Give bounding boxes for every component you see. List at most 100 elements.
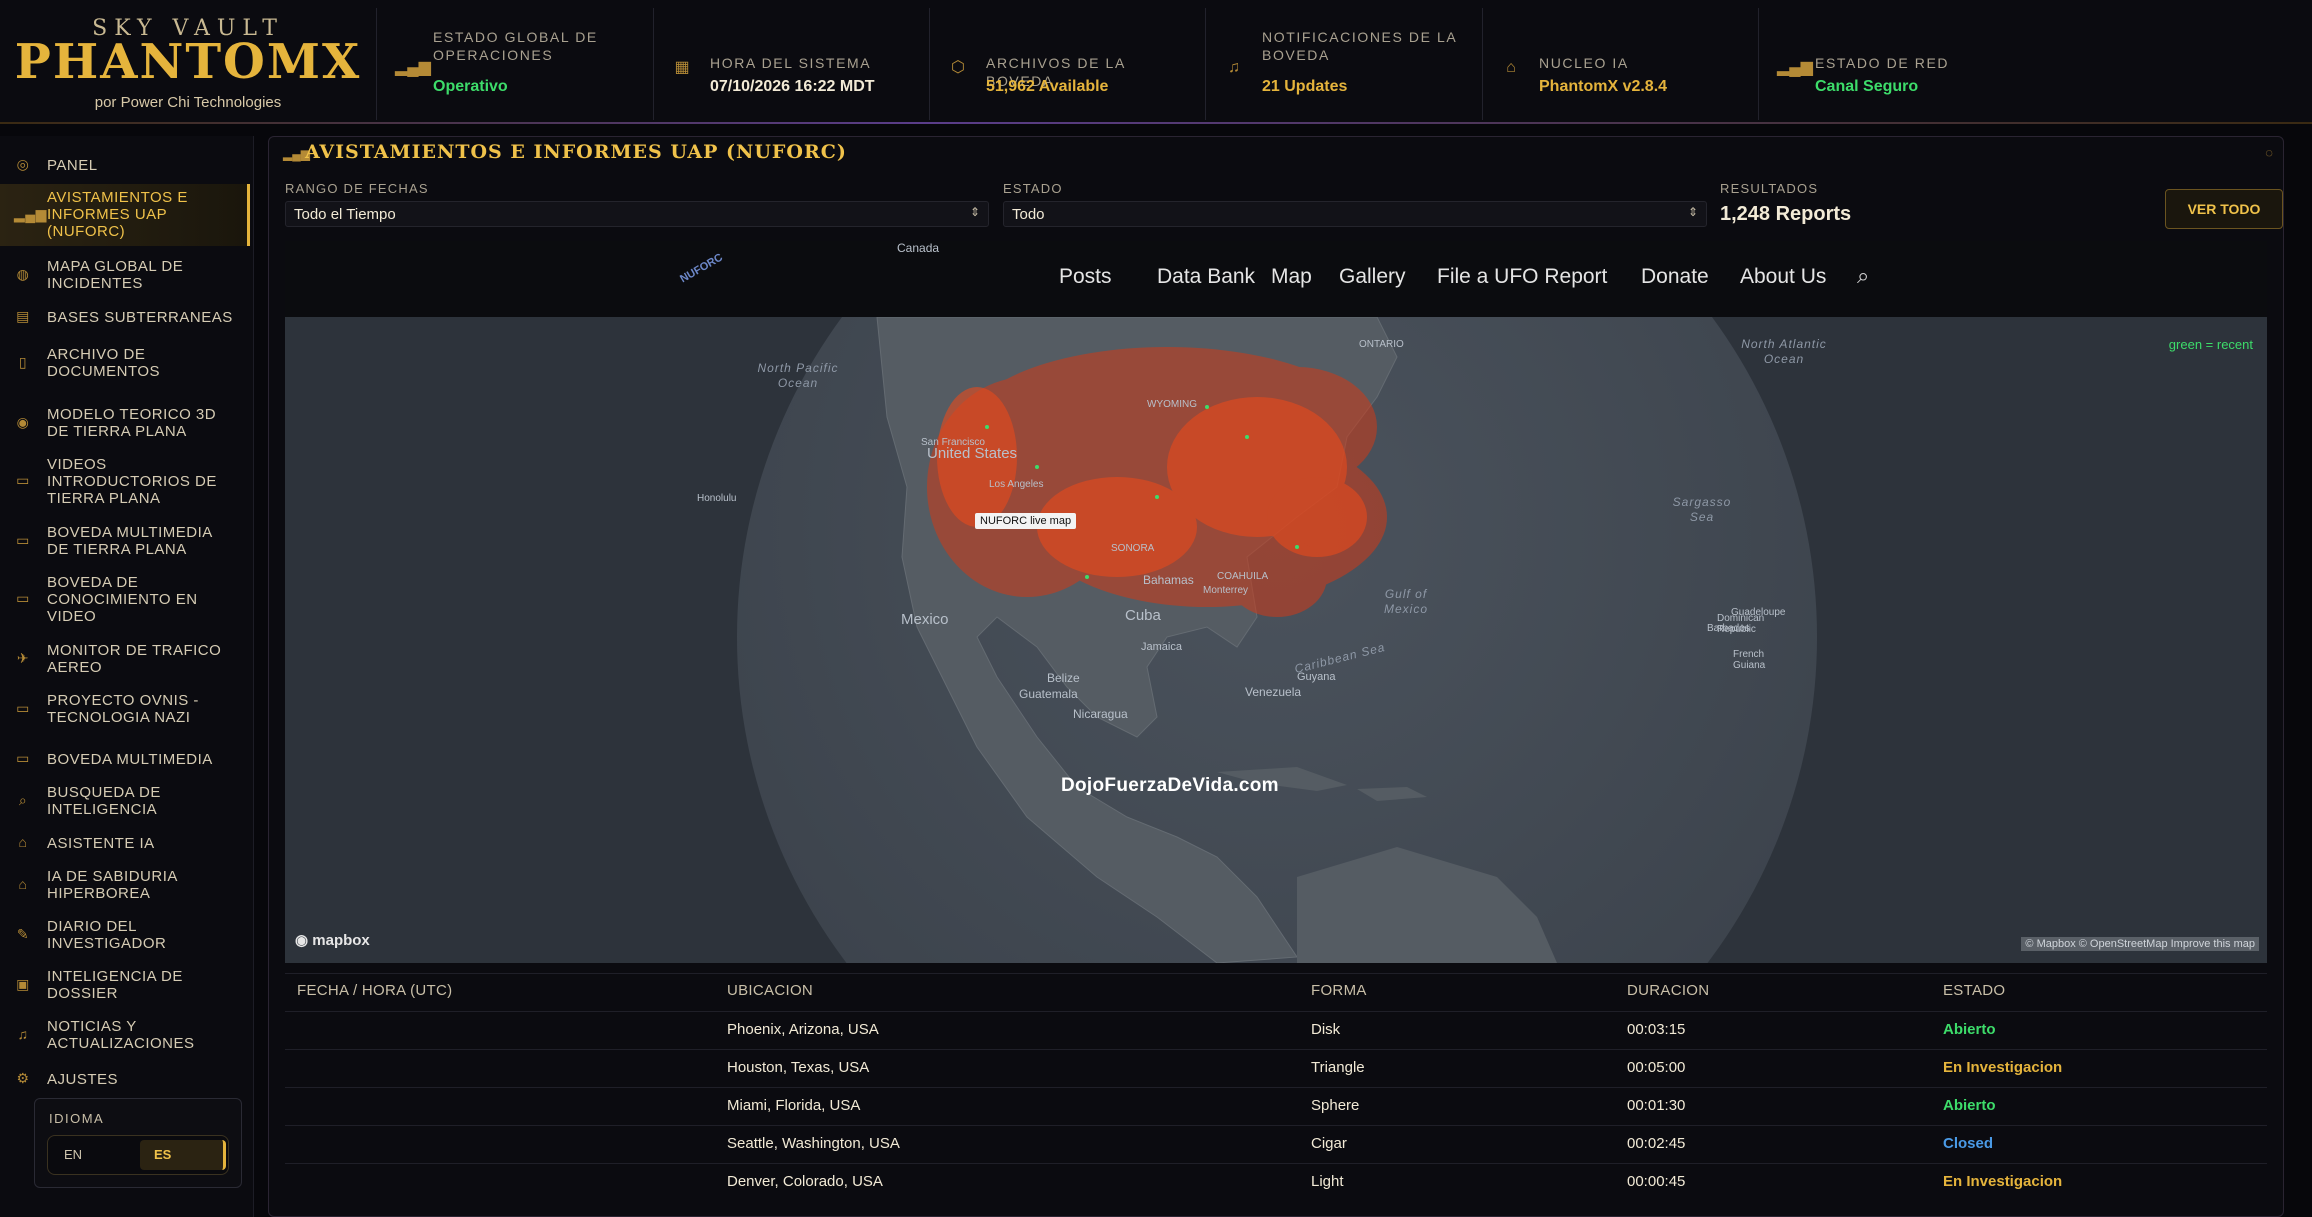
signal-bars-icon: ▂▄▆ (395, 59, 431, 76)
stat-system-time: ▦ HORA DEL SISTEMA 07/10/2026 16:22 MDT (653, 8, 929, 120)
results-count: 1,248 Reports (1720, 203, 1852, 225)
table-row[interactable]: Houston, Texas, USA Triangle 00:05:00 En… (285, 1049, 2267, 1087)
cell-location: Phoenix, Arizona, USA (727, 1021, 879, 1038)
embed-nav-file-report[interactable]: File a UFO Report (1437, 265, 1607, 289)
stat-label: ESTADO GLOBAL DE OPERACIONES (433, 29, 598, 63)
map-label-barbados: Barbados (1707, 623, 1750, 634)
stat-label: ESTADO DE RED (1815, 55, 1950, 71)
embed-nav-posts[interactable]: Posts (1059, 265, 1112, 289)
sidebar-item-intel-search[interactable]: ⌕ Busqueda de Inteligencia (0, 782, 250, 820)
status-label: ESTADO (1003, 181, 1063, 196)
table-header-duration[interactable]: DURACION (1627, 973, 1709, 1009)
sidebar-item-settings[interactable]: ⚙ Ajustes (0, 1068, 250, 1090)
sidebar-item-flat-earth-media[interactable]: ▭ Boveda Multimedia de Tierra Plana (0, 522, 250, 560)
map-label-los-angeles: Los Angeles (989, 479, 1044, 490)
table-row[interactable]: Miami, Florida, USA Sphere 00:01:30 Abie… (285, 1087, 2267, 1125)
shield-icon: ⬡ (951, 59, 965, 76)
map-label-wyoming: WYOMING (1147, 399, 1197, 410)
sidebar-item-ai-assistant[interactable]: ⌂ Asistente IA (0, 832, 250, 854)
archive-icon: ▤ (16, 308, 30, 324)
sidebar-item-label: Proyecto OVNIS - Tecnologia Nazi (47, 692, 199, 726)
sidebar-item-label: Modelo Teorico 3D de Tierra Plana (47, 406, 217, 440)
select-arrows-icon: ⇕ (969, 205, 980, 219)
brand-logo[interactable]: SKY VAULT PHANTOMX por Power Chi Technol… (0, 0, 376, 124)
map-tooltip: NUFORC live map (975, 513, 1077, 529)
sidebar-item-investigator-journal[interactable]: ✎ Diario del Investigador (0, 916, 250, 954)
table-header-date[interactable]: FECHA / HORA (UTC) (297, 973, 452, 1009)
map-label-coahuila: COAHUILA (1217, 571, 1269, 582)
table-row[interactable]: Denver, Colorado, USA Light 00:00:45 En … (285, 1163, 2267, 1201)
sidebar-item-incident-map[interactable]: ◍ Mapa Global de Incidentes (0, 256, 250, 294)
dashboard-icon: ◎ (16, 156, 30, 172)
date-range-select[interactable]: Todo el Tiempo ⇕ (285, 201, 989, 227)
sidebar-item-hyperborea-ai[interactable]: ⌂ IA de Sabiduria Hiperborea (0, 866, 250, 904)
sidebar-item-panel[interactable]: ◎ Panel (0, 154, 250, 176)
map-label-ontario: ONTARIO (1359, 339, 1404, 350)
sidebar-item-video-knowledge[interactable]: ▭ Boveda de Conocimiento en Video (0, 572, 250, 626)
sidebar-item-media-vault[interactable]: ▭ Boveda Multimedia (0, 748, 250, 770)
map-attribution[interactable]: © Mapbox © OpenStreetMap Improve this ma… (2021, 937, 2259, 951)
embed-nav-about[interactable]: About Us (1740, 265, 1826, 289)
embed-navbar: NUFORC Posts Data Bank Map Gallery File … (285, 241, 2267, 317)
language-es-button[interactable]: ES (140, 1140, 226, 1170)
search-icon[interactable]: ⌕ (1857, 263, 1869, 289)
ocean-label-north-pacific: North Pacific Ocean (757, 361, 839, 390)
embed-nav-map[interactable]: Map (1271, 265, 1312, 289)
sidebar-item-document-archive[interactable]: ▯ Archivo de Documentos (0, 344, 250, 382)
sidebar-item-air-traffic[interactable]: ✈ Monitor de Trafico Aereo (0, 640, 250, 678)
status-value: Todo (1012, 206, 1045, 223)
sidebar-item-uap-sightings[interactable]: ▂▄▆ Avistamientos e Informes UAP (NUFORC) (0, 184, 250, 246)
sidebar-item-label: Boveda Multimedia (47, 751, 213, 768)
sidebar-item-dossier-intel[interactable]: ▣ Inteligencia de Dossier (0, 966, 250, 1004)
sidebar-item-ufo-project[interactable]: ▭ Proyecto OVNIS - Tecnologia Nazi (0, 690, 250, 728)
sidebar-item-label: Boveda Multimedia de Tierra Plana (47, 524, 212, 558)
mapbox-label: mapbox (312, 932, 370, 949)
stat-label: NUCLEO IA (1539, 55, 1629, 71)
sidebar: ◎ Panel ▂▄▆ Avistamientos e Informes UAP (… (0, 136, 254, 1217)
mapbox-logo[interactable]: ◉ mapbox (295, 931, 370, 949)
cell-shape: Cigar (1311, 1135, 1347, 1152)
stat-value: Canal Seguro (1815, 78, 1919, 95)
calendar-icon: ▦ (674, 59, 690, 76)
sidebar-item-flat-earth-model[interactable]: ◉ Modelo Teorico 3D de Tierra Plana (0, 404, 250, 442)
sidebar-item-news[interactable]: ♫ Noticias y Actualizaciones (0, 1016, 250, 1054)
table-header-location[interactable]: UBICACION (727, 973, 813, 1009)
status-select[interactable]: Todo ⇕ (1003, 201, 1707, 227)
table-row[interactable]: Seattle, Washington, USA Cigar 00:02:45 … (285, 1125, 2267, 1163)
map-label-guatemala: Guatemala (1019, 687, 1078, 701)
embed-nav-data-bank[interactable]: Data Bank (1157, 265, 1255, 289)
map-label-sonora: SONORA (1111, 543, 1155, 554)
language-en-button[interactable]: EN (52, 1140, 132, 1170)
embedded-map-frame[interactable]: NUFORC Posts Data Bank Map Gallery File … (285, 241, 2267, 963)
page-title: AVISTAMIENTOS E INFORMES UAP (NUFORC) (305, 141, 847, 163)
map-label-belize: Belize (1047, 671, 1080, 685)
plane-icon: ✈ (16, 650, 30, 666)
date-range-label: RANGO DE FECHAS (285, 181, 429, 196)
sidebar-item-label: Noticias y Actualizaciones (47, 1018, 195, 1052)
main-panel: ▂▄▆ AVISTAMIENTOS E INFORMES UAP (NUFORC… (268, 136, 2284, 1217)
select-arrows-icon: ⇕ (1687, 205, 1698, 219)
table-header-status[interactable]: ESTADO (1943, 973, 2005, 1009)
stat-notifications[interactable]: ♫ NOTIFICACIONES DE LA BOVEDA 21 Updates (1205, 8, 1482, 120)
map-label-venezuela: Venezuela (1245, 685, 1302, 699)
cell-location: Houston, Texas, USA (727, 1059, 870, 1076)
embed-nav-gallery[interactable]: Gallery (1339, 265, 1406, 289)
sidebar-item-flat-earth-videos[interactable]: ▭ Videos Introductorios de Tierra Plana (0, 454, 250, 508)
video-icon: ▭ (16, 532, 30, 548)
sidebar-item-label: Monitor de Trafico Aereo (47, 642, 222, 676)
map-label-mexico: Mexico (901, 611, 949, 628)
settings-icon[interactable]: ◌ (2265, 145, 2273, 160)
map-legend: green = recent (2168, 337, 2253, 352)
sightings-globe-map[interactable] (737, 317, 1817, 963)
table-row[interactable]: Phoenix, Arizona, USA Disk 00:03:15 Abie… (285, 1011, 2267, 1049)
embed-nav-donate[interactable]: Donate (1641, 265, 1709, 289)
embed-logo[interactable]: NUFORC (678, 251, 728, 301)
table-header-shape[interactable]: FORMA (1311, 973, 1367, 1009)
stat-vault-files: ⬡ ARCHIVOS DE LA BOVEDA 51,962 Available (929, 8, 1205, 120)
sidebar-item-underground-bases[interactable]: ▤ Bases Subterraneas (0, 306, 250, 328)
cell-shape: Light (1311, 1173, 1344, 1190)
map-label-cuba: Cuba (1125, 607, 1161, 624)
sidebar-item-label: Diario del Investigador (47, 918, 167, 952)
view-all-button[interactable]: VER TODO (2165, 189, 2283, 229)
briefcase-icon: ▣ (16, 976, 30, 992)
